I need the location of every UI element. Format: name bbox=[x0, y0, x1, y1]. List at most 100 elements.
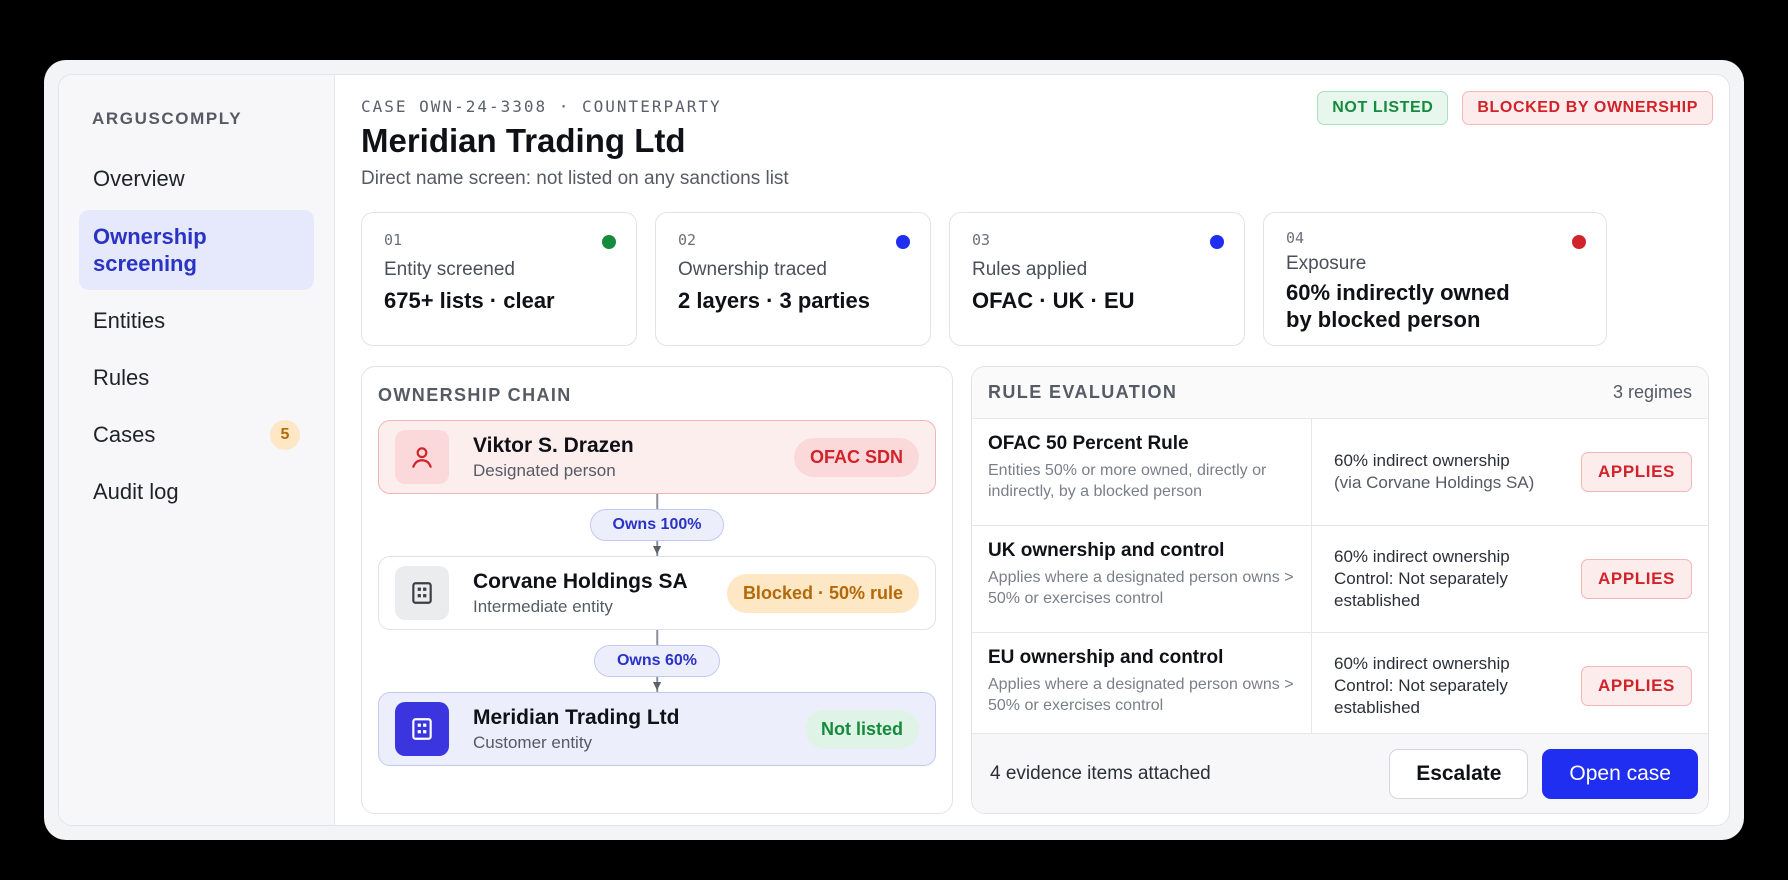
step-value: OFAC · UK · EU bbox=[972, 288, 1135, 313]
rule-detail: 60% indirect ownership (via Corvane Hold… bbox=[1334, 450, 1534, 494]
sidebar-item-cases[interactable]: Cases 5 bbox=[79, 409, 314, 461]
step-value: 675+ lists · clear bbox=[384, 288, 555, 313]
table-row: EU ownership and control Applies where a… bbox=[972, 633, 1708, 740]
applies-badge: APPLIES bbox=[1581, 452, 1692, 492]
arrow-down-icon: ▼ bbox=[650, 541, 664, 557]
rule-evaluation-panel: RULE EVALUATION 3 regimes OFAC 50 Percen… bbox=[971, 366, 1709, 814]
page-title: Meridian Trading Ltd bbox=[361, 122, 686, 159]
panels: OWNERSHIP CHAIN Viktor S. Drazen Designa… bbox=[361, 366, 1715, 814]
main-content: CASE OWN-24-3308 · COUNTERPARTY Meridian… bbox=[335, 75, 1729, 825]
rule-result-cell: 60% indirect ownership (via Corvane Hold… bbox=[1312, 419, 1708, 525]
step-label: Rules applied bbox=[972, 259, 1088, 280]
sidebar-item-label: Overview bbox=[93, 166, 185, 191]
node-name: Corvane Holdings SA bbox=[473, 569, 688, 593]
detail-line: 60% indirect ownership bbox=[1334, 451, 1510, 470]
brand-logo: ARGUSCOMPLY bbox=[92, 109, 243, 128]
building-icon bbox=[395, 702, 449, 756]
sidebar: ARGUSCOMPLY Overview Ownership screening… bbox=[59, 75, 335, 825]
ownership-edge: Owns 100% ▼ bbox=[378, 494, 936, 556]
node-text: Corvane Holdings SA Intermediate entity bbox=[473, 570, 727, 617]
rule-description: Applies where a designated person owns >… bbox=[988, 676, 1294, 714]
sidebar-item-label: Entities bbox=[93, 308, 166, 333]
node-role: Intermediate entity bbox=[473, 596, 613, 616]
app-frame: ARGUSCOMPLY Overview Ownership screening… bbox=[44, 60, 1744, 840]
node-tag: OFAC SDN bbox=[793, 437, 919, 477]
status-dot bbox=[1572, 235, 1586, 249]
sidebar-item-overview[interactable]: Overview bbox=[79, 153, 314, 205]
evidence-count: 4 evidence items attached bbox=[990, 762, 1211, 784]
rule-name: EU ownership and control bbox=[988, 647, 1224, 668]
rule-description: Applies where a designated person owns >… bbox=[988, 569, 1294, 607]
sidebar-item-entities[interactable]: Entities bbox=[79, 295, 314, 347]
edge-label: Owns 100% bbox=[589, 509, 725, 541]
rule-cell: OFAC 50 Percent Rule Entities 50% or mor… bbox=[972, 419, 1312, 525]
sidebar-item-audit-log[interactable]: Audit log bbox=[79, 466, 314, 518]
rule-cell: EU ownership and control Applies where a… bbox=[972, 633, 1312, 739]
rule-name: OFAC 50 Percent Rule bbox=[988, 433, 1189, 454]
status-dot bbox=[602, 235, 616, 249]
status-badge-not-listed: NOT LISTED bbox=[1317, 91, 1449, 125]
node-tag: Not listed bbox=[804, 709, 919, 749]
panel-title: RULE EVALUATION bbox=[988, 382, 1178, 402]
step-label: Exposure bbox=[1286, 253, 1367, 274]
person-icon bbox=[395, 430, 449, 484]
step-label: Entity screened bbox=[384, 259, 515, 280]
sidebar-item-label: Audit log bbox=[93, 479, 179, 504]
status-badge-blocked: BLOCKED BY OWNERSHIP bbox=[1462, 91, 1713, 125]
node-tag: Blocked · 50% rule bbox=[726, 573, 919, 613]
screening-steps: 01 Entity screened 675+ lists · clear 02… bbox=[361, 212, 1715, 346]
detail-line: 60% indirect ownership bbox=[1334, 654, 1510, 673]
building-icon bbox=[395, 566, 449, 620]
sidebar-item-ownership-screening[interactable]: Ownership screening bbox=[79, 210, 314, 290]
ownership-edge: Owns 60% ▼ bbox=[378, 630, 936, 692]
step-card: 04 Exposure 60% indirectly owned by bloc… bbox=[1263, 212, 1607, 346]
rule-detail: 60% indirect ownership Control: Not sepa… bbox=[1334, 546, 1534, 612]
step-card: 03 Rules applied OFAC · UK · EU bbox=[949, 212, 1245, 346]
rule-name: UK ownership and control bbox=[988, 540, 1225, 561]
chain-node-designated-person[interactable]: Viktor S. Drazen Designated person OFAC … bbox=[378, 420, 936, 494]
arrow-down-icon: ▼ bbox=[650, 677, 664, 693]
sidebar-item-label: Rules bbox=[93, 365, 150, 390]
chain-node-customer-entity[interactable]: Meridian Trading Ltd Customer entity Not… bbox=[378, 692, 936, 766]
step-value: 60% indirectly owned by blocked person bbox=[1286, 280, 1510, 332]
status-pills: NOT LISTED BLOCKED BY OWNERSHIP bbox=[1317, 91, 1713, 125]
step-number: 04 bbox=[1286, 229, 1305, 247]
rule-result-cell: 60% indirect ownership Control: Not sepa… bbox=[1312, 526, 1708, 632]
step-label: Ownership traced bbox=[678, 259, 827, 280]
sidebar-item-label: Cases bbox=[93, 422, 156, 447]
ownership-chain-panel: OWNERSHIP CHAIN Viktor S. Drazen Designa… bbox=[361, 366, 953, 814]
regimes-count: 3 regimes bbox=[1612, 382, 1692, 402]
status-dot bbox=[896, 235, 910, 249]
node-name: Meridian Trading Ltd bbox=[473, 705, 680, 729]
app-window: ARGUSCOMPLY Overview Ownership screening… bbox=[58, 74, 1730, 826]
edge-label: Owns 60% bbox=[593, 645, 721, 677]
detail-line: 60% indirect ownership bbox=[1334, 547, 1510, 566]
open-case-button[interactable]: Open case bbox=[1542, 748, 1698, 799]
chain-node-intermediate-entity[interactable]: Corvane Holdings SA Intermediate entity … bbox=[378, 556, 936, 630]
sidebar-item-label: Ownership screening bbox=[93, 224, 207, 276]
rule-description: Entities 50% or more owned, directly or … bbox=[988, 462, 1267, 500]
detail-line: Control: Not separately established bbox=[1334, 676, 1508, 717]
rule-detail: 60% indirect ownership Control: Not sepa… bbox=[1334, 653, 1534, 719]
sidebar-item-rules[interactable]: Rules bbox=[79, 352, 314, 404]
rules-footer: 4 evidence items attached Escalate Open … bbox=[972, 733, 1708, 813]
status-dot bbox=[1210, 235, 1224, 249]
applies-badge: APPLIES bbox=[1581, 666, 1692, 706]
rule-cell: UK ownership and control Applies where a… bbox=[972, 526, 1312, 632]
detail-line: (via Corvane Holdings SA) bbox=[1334, 473, 1535, 492]
applies-badge: APPLIES bbox=[1581, 559, 1692, 599]
step-value: 2 layers · 3 parties bbox=[678, 288, 871, 313]
escalate-button[interactable]: Escalate bbox=[1389, 748, 1529, 799]
page-subtitle: Direct name screen: not listed on any sa… bbox=[361, 168, 789, 189]
node-text: Meridian Trading Ltd Customer entity bbox=[473, 706, 805, 753]
table-row: OFAC 50 Percent Rule Entities 50% or mor… bbox=[972, 419, 1708, 526]
cases-count-badge: 5 bbox=[270, 420, 300, 450]
node-role: Customer entity bbox=[473, 732, 593, 752]
step-number: 02 bbox=[678, 231, 697, 249]
panel-title: OWNERSHIP CHAIN bbox=[378, 385, 572, 405]
rules-header: RULE EVALUATION 3 regimes bbox=[972, 367, 1708, 419]
step-number: 01 bbox=[384, 231, 403, 249]
node-name: Viktor S. Drazen bbox=[473, 433, 634, 457]
step-card: 01 Entity screened 675+ lists · clear bbox=[361, 212, 637, 346]
detail-line: Control: Not separately established bbox=[1334, 569, 1508, 610]
